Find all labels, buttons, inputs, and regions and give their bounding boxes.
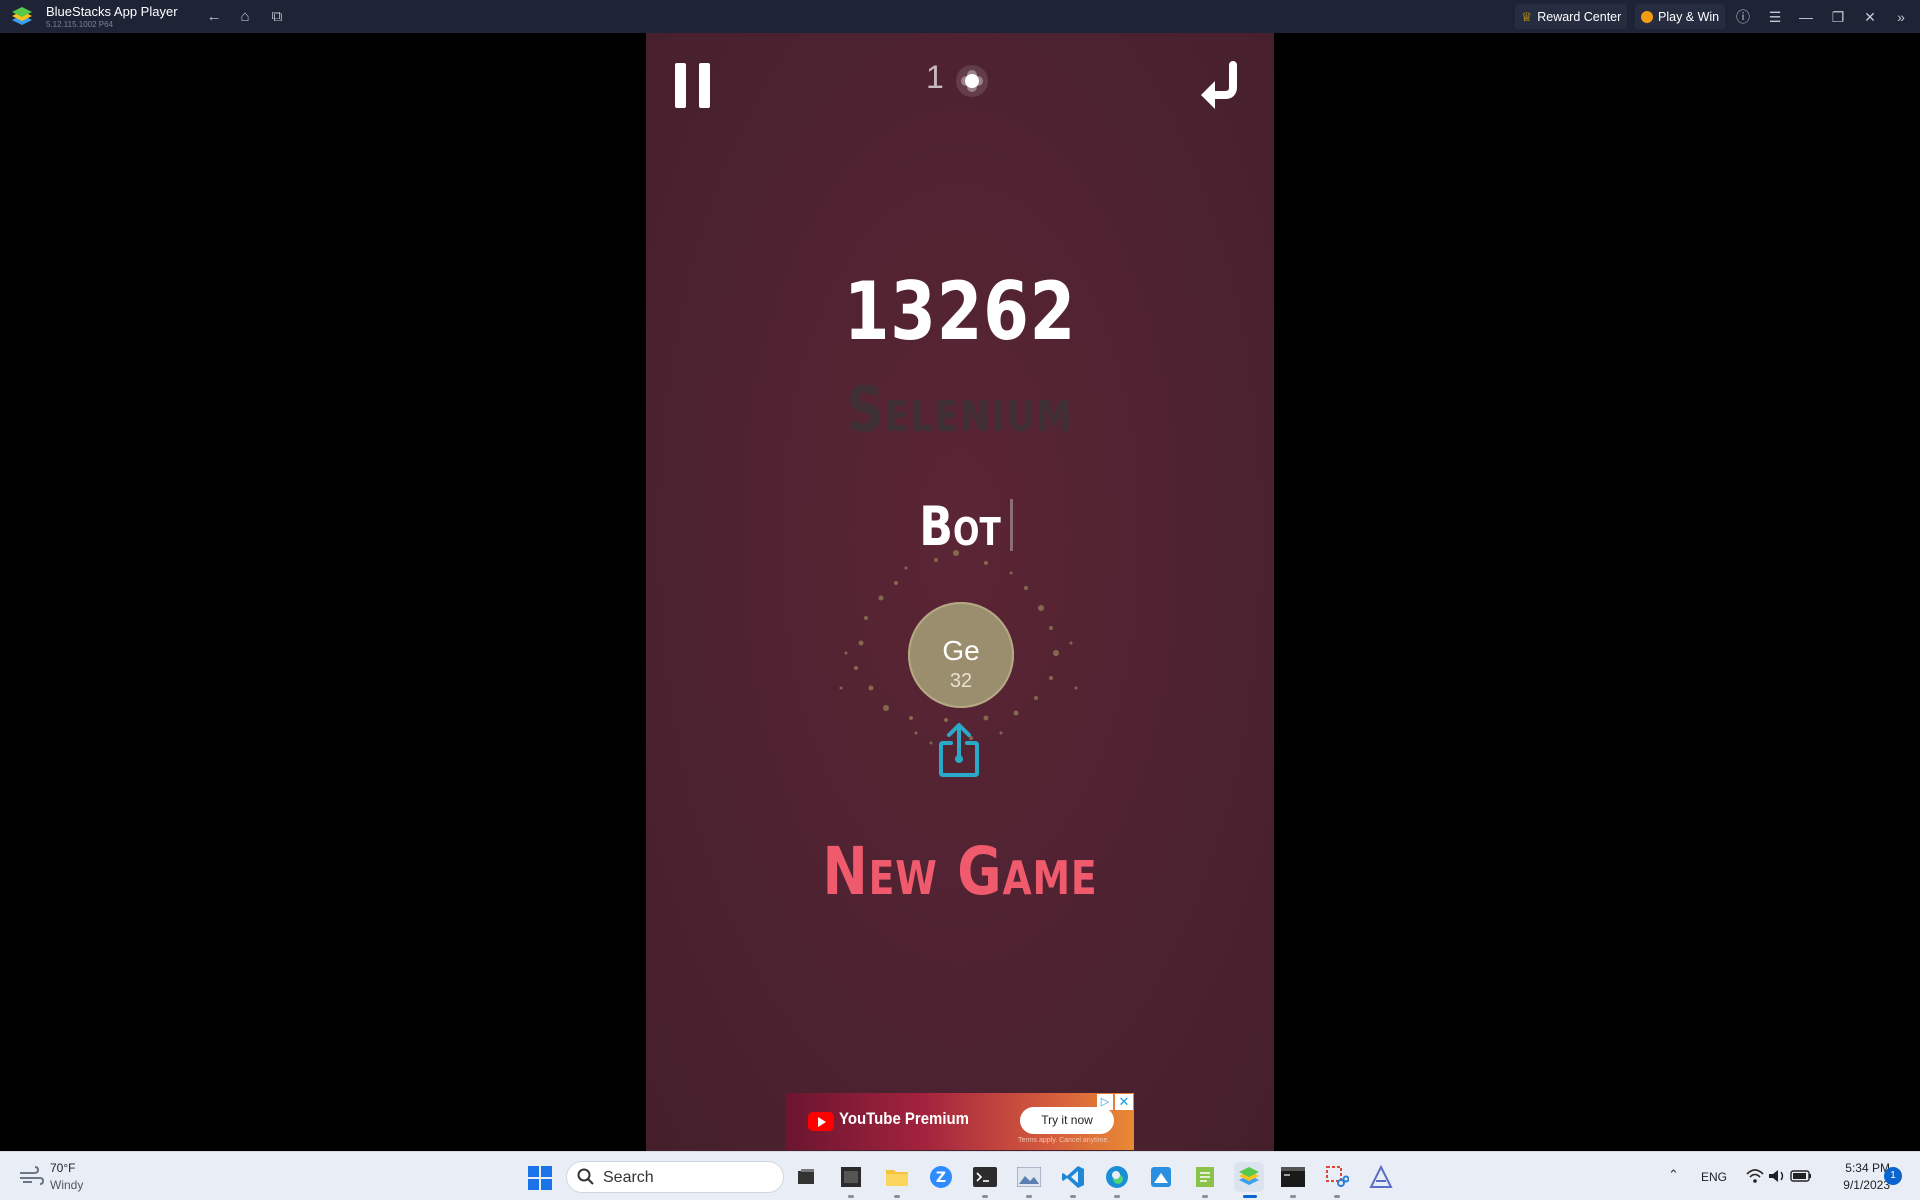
search-label: Search <box>603 1169 654 1186</box>
notification-badge[interactable]: 1 <box>1884 1167 1902 1185</box>
volume-icon <box>1769 1170 1784 1182</box>
chevron-up-icon[interactable]: ⌃ <box>1668 1167 1679 1183</box>
clock-time[interactable]: 5:34 PM <box>1820 1161 1890 1175</box>
element-name: Selenium <box>846 373 1074 446</box>
menu-icon[interactable]: ☰ <box>1765 7 1785 27</box>
weather-temp[interactable]: 70°F <box>50 1161 75 1175</box>
weather-desc[interactable]: Windy <box>50 1178 83 1192</box>
ad-close-icon[interactable]: ✕ <box>1115 1094 1133 1110</box>
home-icon[interactable]: ⌂ <box>236 8 254 26</box>
terminal-icon[interactable] <box>970 1162 1000 1198</box>
edge-icon[interactable] <box>1102 1162 1132 1198</box>
battery-icon <box>1790 1170 1811 1182</box>
notepad-icon[interactable] <box>1190 1162 1220 1198</box>
file-explorer-icon[interactable] <box>882 1162 912 1198</box>
clock-date[interactable]: 9/1/2023 <box>1820 1178 1890 1192</box>
paint-icon[interactable] <box>1146 1162 1176 1192</box>
reward-center-label: Reward Center <box>1537 9 1622 24</box>
window-version: 5.12.115.1002 P64 <box>46 20 114 29</box>
app-2-icon[interactable] <box>836 1162 866 1198</box>
search-icon <box>577 1168 594 1185</box>
multi-instance-icon[interactable]: ⧉ <box>268 8 286 26</box>
title-bar: BlueStacks App Player 5.12.115.1002 P64 … <box>0 0 1920 33</box>
level-counter: 1 <box>926 59 944 95</box>
atom-symbol: Ge <box>942 635 980 666</box>
taskbar: 70°F Windy Search Z ⌃ ENG 5:34 PM 9/1/20… <box>0 1151 1920 1200</box>
minimize-icon[interactable]: — <box>1796 7 1816 27</box>
wind-icon <box>20 1166 44 1185</box>
new-game-button[interactable]: New Game <box>703 833 1218 910</box>
collapse-sidebar-icon[interactable]: » <box>1891 7 1911 27</box>
language-indicator[interactable]: ENG <box>1701 1170 1727 1184</box>
youtube-logo-icon <box>808 1112 834 1131</box>
play-win-button[interactable]: Play & Win <box>1635 4 1726 29</box>
snipping-tool-icon[interactable] <box>1322 1162 1352 1198</box>
element-atom[interactable]: Ge 32 <box>908 602 1014 708</box>
help-icon[interactable]: ⓘ <box>1733 7 1753 27</box>
window-title: BlueStacks App Player <box>46 4 178 19</box>
windows-start-icon[interactable] <box>528 1166 552 1190</box>
restore-icon[interactable]: ❐ <box>1828 7 1848 27</box>
ad-terms: Terms apply. Cancel anytime. <box>1018 1137 1110 1144</box>
atom-number: 32 <box>949 670 973 692</box>
text-cursor <box>1010 499 1013 551</box>
back-icon[interactable]: ← <box>205 8 223 26</box>
undo-icon[interactable] <box>1197 61 1245 111</box>
wifi-icon <box>1746 1169 1764 1183</box>
taskbar-search[interactable]: Search <box>566 1161 784 1193</box>
svg-text:Z: Z <box>936 1170 946 1186</box>
ad-cta-button[interactable]: Try it now <box>1020 1107 1114 1134</box>
cmd-icon[interactable] <box>1278 1162 1308 1198</box>
game-screen: 1 13262 Selenium Bot Ge 32 New Game <box>646 33 1274 1151</box>
share-icon[interactable] <box>937 721 981 779</box>
zoom-icon[interactable]: Z <box>926 1162 956 1192</box>
vscode-icon[interactable] <box>1058 1162 1088 1198</box>
photos-icon[interactable] <box>1014 1162 1044 1198</box>
app-14-icon[interactable] <box>1366 1162 1396 1192</box>
bluestacks-logo-icon <box>12 7 32 25</box>
close-icon[interactable]: ✕ <box>1860 7 1880 27</box>
task-view-icon[interactable] <box>791 1162 821 1192</box>
reward-center-button[interactable]: ♕ Reward Center <box>1515 4 1628 29</box>
bluestacks-taskbar-icon[interactable] <box>1234 1162 1264 1198</box>
ad-brand: YouTube Premium <box>839 1109 969 1128</box>
crown-icon: ♕ <box>1521 10 1533 24</box>
coin-icon <box>1641 10 1653 23</box>
pause-icon[interactable] <box>675 63 715 108</box>
atom-dot-icon <box>956 65 988 97</box>
system-tray-icons[interactable] <box>1745 1166 1815 1186</box>
play-win-label: Play & Win <box>1658 9 1720 24</box>
score: 13262 <box>843 265 1077 358</box>
ad-banner[interactable]: YouTube Premium Try it now Terms apply. … <box>785 1093 1134 1150</box>
ad-choices-icon[interactable]: ▷ <box>1097 1094 1113 1110</box>
